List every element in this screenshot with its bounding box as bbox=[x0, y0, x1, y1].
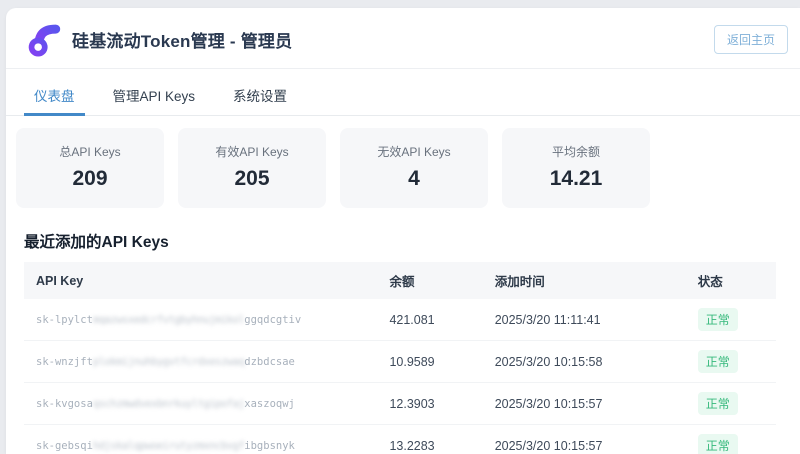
table-row: sk-wnzjftplokmijnuhbygvtfcrdxeszwaqdzbdc… bbox=[24, 341, 776, 383]
column-header-api-key: API Key bbox=[24, 262, 377, 299]
api-key-prefix: sk-kvgosa bbox=[36, 398, 93, 410]
api-key-prefix: sk-gebsqi bbox=[36, 440, 93, 452]
api-key-suffix: xaszoqwj bbox=[244, 398, 295, 410]
stat-value: 205 bbox=[178, 167, 326, 191]
added-time-cell: 2025/3/20 11:11:41 bbox=[483, 299, 686, 341]
api-key-cell: sk-gebsqihdjskalqpwoeirutyzmxncbvgfibgbs… bbox=[24, 425, 377, 454]
tab-bar: 仪表盘管理API Keys 系统设置 bbox=[6, 75, 800, 116]
api-key-suffix: ggqdcgtiv bbox=[244, 314, 301, 326]
api-key-masked-section: plokmijnuhbygvtfcrdxeszwaq bbox=[93, 356, 244, 368]
api-key-masked-section: mqazwsxedcrfvtgbyhnujmikol bbox=[93, 314, 244, 326]
balance-cell: 10.9589 bbox=[377, 341, 482, 383]
table-row: sk-gebsqihdjskalqpwoeirutyzmxncbvgfibgbs… bbox=[24, 425, 776, 454]
stat-label: 平均余额 bbox=[502, 143, 650, 160]
stat-value: 14.21 bbox=[502, 167, 650, 191]
api-key-cell: sk-kvgosaqschzmwdvexbnrkuyltgipofajxaszo… bbox=[24, 383, 377, 425]
column-header-balance: 余额 bbox=[377, 262, 482, 299]
status-cell: 正常 bbox=[686, 383, 776, 425]
added-time-cell: 2025/3/20 10:15:57 bbox=[483, 425, 686, 454]
status-cell: 正常 bbox=[686, 341, 776, 383]
balance-cell: 421.081 bbox=[377, 299, 482, 341]
stat-label: 无效API Keys bbox=[340, 143, 488, 160]
siliconflow-logo-icon bbox=[26, 21, 62, 57]
api-key-prefix: sk-lpylct bbox=[36, 314, 93, 326]
status-cell: 正常 bbox=[686, 425, 776, 454]
column-header-status: 状态 bbox=[686, 262, 776, 299]
status-cell: 正常 bbox=[686, 299, 776, 341]
stats-row: 总API Keys 209 有效API Keys 205 无效API Keys 4 平均余额… bbox=[6, 116, 800, 218]
page-title: 硅基流动Token管理 - 管理员 bbox=[72, 27, 292, 52]
status-badge: 正常 bbox=[698, 350, 738, 373]
stat-card: 无效API Keys 4 bbox=[340, 128, 488, 208]
stat-label: 总API Keys bbox=[16, 143, 164, 160]
added-time-cell: 2025/3/20 10:15:58 bbox=[483, 341, 686, 383]
api-key-cell: sk-lpylctmqazwsxedcrfvtgbyhnujmikolggqdc… bbox=[24, 299, 377, 341]
api-key-cell: sk-wnzjftplokmijnuhbygvtfcrdxeszwaqdzbdc… bbox=[24, 341, 377, 383]
back-home-button[interactable]: 返回主页 bbox=[714, 25, 788, 54]
api-key-masked-section: qschzmwdvexbnrkuyltgipofaj bbox=[93, 398, 244, 410]
table-row: sk-kvgosaqschzmwdvexbnrkuyltgipofajxaszo… bbox=[24, 383, 776, 425]
app-header: 硅基流动Token管理 - 管理员 返回主页 bbox=[6, 8, 800, 69]
stat-card: 有效API Keys 205 bbox=[178, 128, 326, 208]
balance-cell: 12.3903 bbox=[377, 383, 482, 425]
stat-card: 总API Keys 209 bbox=[16, 128, 164, 208]
status-badge: 正常 bbox=[698, 434, 738, 454]
tab-dashboard[interactable]: 仪表盘 bbox=[24, 75, 85, 116]
stat-label: 有效API Keys bbox=[178, 143, 326, 160]
main-card: 硅基流动Token管理 - 管理员 返回主页 仪表盘管理API Keys 系统设置… bbox=[6, 8, 800, 454]
status-badge: 正常 bbox=[698, 308, 738, 331]
tab-manage-api-keys[interactable]: 管理API Keys bbox=[103, 75, 206, 116]
tab-system-settings[interactable]: 系统设置 bbox=[223, 75, 297, 116]
api-key-masked-section: hdjskalqpwoeirutyzmxncbvgf bbox=[93, 440, 244, 452]
recent-keys-section-title: 最近添加的API Keys bbox=[24, 230, 800, 252]
table-header-row: API Key 余额 添加时间 状态 bbox=[24, 262, 776, 299]
api-key-prefix: sk-wnzjft bbox=[36, 356, 93, 368]
balance-cell: 13.2283 bbox=[377, 425, 482, 454]
stat-value: 4 bbox=[340, 167, 488, 191]
recent-keys-table: API Key 余额 添加时间 状态 sk-lpylctmqazwsxedcrf… bbox=[24, 262, 776, 454]
table-row: sk-lpylctmqazwsxedcrfvtgbyhnujmikolggqdc… bbox=[24, 299, 776, 341]
stat-value: 209 bbox=[16, 167, 164, 191]
column-header-added-time: 添加时间 bbox=[483, 262, 686, 299]
stat-card: 平均余额 14.21 bbox=[502, 128, 650, 208]
status-badge: 正常 bbox=[698, 392, 738, 415]
api-key-suffix: dzbdcsae bbox=[244, 356, 295, 368]
api-key-suffix: ibgbsnyk bbox=[244, 440, 295, 452]
added-time-cell: 2025/3/20 10:15:57 bbox=[483, 383, 686, 425]
